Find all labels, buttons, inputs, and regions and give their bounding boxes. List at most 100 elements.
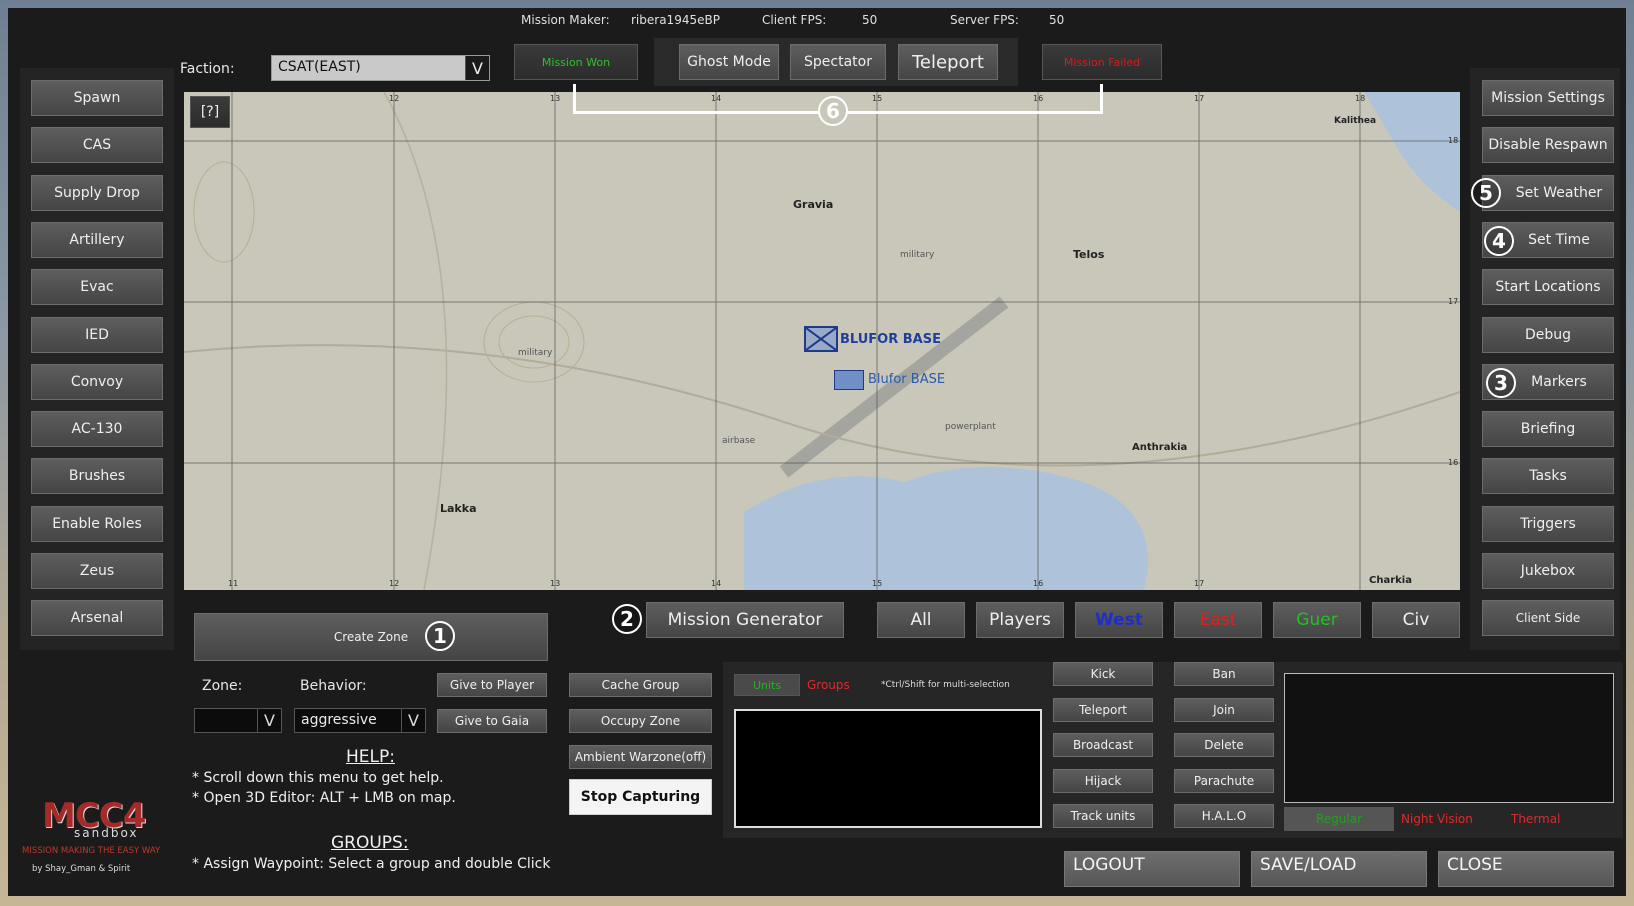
left-menu-button[interactable]: Evac (31, 269, 163, 306)
regular-vision-button[interactable]: Regular (1284, 807, 1394, 831)
faction-select[interactable]: CSAT(EAST) V (271, 55, 490, 81)
grid-label: 18 (1448, 136, 1459, 145)
left-menu-button[interactable]: Enable Roles (31, 505, 163, 542)
right-menu-button[interactable]: Tasks (1482, 458, 1614, 495)
filter-west-button[interactable]: West (1075, 602, 1163, 638)
filter-players-button[interactable]: Players (976, 602, 1064, 638)
zone-select[interactable]: V (194, 708, 282, 733)
left-menu-button[interactable]: Convoy (31, 363, 163, 400)
units-tab[interactable]: Units (734, 674, 800, 696)
help-line: * Scroll down this menu to get help. (192, 770, 444, 786)
unit-action-button[interactable]: Parachute (1174, 768, 1274, 793)
annotation-number-1: 1 (425, 621, 455, 651)
right-menu-button[interactable]: Disable Respawn (1482, 127, 1614, 164)
mcc4-logo: MCC4 sandbox MISSION MAKING THE EASY WAY… (22, 796, 182, 880)
filter-guer-button[interactable]: Guer (1273, 602, 1361, 638)
behavior-select[interactable]: aggressive V (294, 708, 426, 733)
teleport-button[interactable]: Teleport (898, 44, 998, 80)
grid-label: 13 (550, 94, 561, 103)
grid-label: 12 (389, 94, 400, 103)
grid-label: 12 (389, 579, 400, 588)
left-menu-button[interactable]: Arsenal (31, 600, 163, 637)
left-menu-button[interactable]: Brushes (31, 458, 163, 495)
save-load-button[interactable]: SAVE/LOAD (1251, 851, 1427, 887)
unit-action-button[interactable]: Broadcast (1053, 733, 1153, 757)
town-label: Kalithea (1334, 116, 1377, 126)
mission-won-button[interactable]: Mission Won (514, 44, 638, 80)
left-menu-button[interactable]: Artillery (31, 221, 163, 258)
behavior-label: Behavior: (300, 678, 367, 694)
marker-label: BLUFOR BASE (840, 332, 941, 347)
unit-action-button[interactable]: Hijack (1053, 768, 1153, 793)
right-menu-button[interactable]: Mission Settings (1482, 80, 1614, 116)
grid-label: 13 (550, 579, 561, 588)
create-zone-button[interactable]: Create Zone (194, 613, 548, 661)
grid-label: 18 (1355, 94, 1366, 103)
cache-group-button[interactable]: Cache Group (569, 673, 712, 697)
right-menu-button[interactable]: Set Weather (1482, 174, 1614, 211)
left-menu-button[interactable]: AC-130 (31, 411, 163, 448)
flag-marker-icon[interactable] (804, 326, 838, 352)
spectator-button[interactable]: Spectator (790, 44, 886, 80)
right-menu-button[interactable]: Triggers (1482, 505, 1614, 542)
unit-action-button[interactable]: H.A.L.O (1174, 804, 1274, 828)
grid-label: 17 (1194, 94, 1205, 103)
ghost-mode-button[interactable]: Ghost Mode (679, 44, 779, 80)
chevron-down-icon[interactable]: V (401, 709, 425, 732)
unit-action-button[interactable]: Kick (1053, 662, 1153, 686)
map-help-button[interactable]: [?] (190, 96, 230, 128)
close-button[interactable]: CLOSE (1438, 851, 1614, 887)
unit-action-button[interactable]: Join (1174, 697, 1274, 722)
right-menu-button[interactable]: Debug (1482, 316, 1614, 353)
client-fps-value: 50 (862, 13, 878, 27)
zone-value (195, 709, 257, 732)
night-vision-button[interactable]: Night Vision (1401, 812, 1473, 826)
mission-failed-button[interactable]: Mission Failed (1042, 44, 1162, 80)
chevron-down-icon[interactable]: V (257, 709, 281, 732)
filter-east-button[interactable]: East (1174, 602, 1262, 638)
right-menu-button[interactable]: Start Locations (1482, 269, 1614, 306)
faction-label: Faction: (180, 61, 235, 77)
right-menu-button[interactable]: Client Side (1482, 600, 1614, 637)
left-menu-button[interactable]: CAS (31, 127, 163, 164)
server-fps-label: Server FPS: (950, 13, 1019, 27)
right-menu-button[interactable]: Jukebox (1482, 553, 1614, 589)
filter-civ-button[interactable]: Civ (1372, 602, 1460, 638)
help-title: HELP: (346, 747, 395, 767)
grid-label: 14 (711, 579, 722, 588)
occupy-zone-button[interactable]: Occupy Zone (569, 709, 712, 733)
stop-capturing-button[interactable]: Stop Capturing (569, 779, 712, 815)
chevron-down-icon[interactable]: V (465, 56, 489, 80)
unit-action-button[interactable]: Teleport (1053, 697, 1153, 722)
unit-action-button[interactable]: Track units (1053, 804, 1153, 828)
town-label: Lakka (440, 502, 477, 515)
multi-selection-hint: *Ctrl/Shift for multi-selection (881, 680, 1010, 690)
left-menu-button[interactable]: Spawn (31, 80, 163, 116)
town-label: Telos (1073, 248, 1105, 261)
unit-action-button[interactable]: Ban (1174, 662, 1274, 686)
give-to-gaia-button[interactable]: Give to Gaia (437, 709, 547, 733)
thermal-vision-button[interactable]: Thermal (1511, 812, 1560, 826)
logout-button[interactable]: LOGOUT (1064, 851, 1240, 887)
flag-marker-icon[interactable] (834, 370, 864, 390)
left-menu-button[interactable]: Supply Drop (31, 174, 163, 211)
grid-label: 17 (1448, 297, 1459, 306)
mission-maker-value: ribera1945eBP (631, 13, 720, 27)
right-menu-button[interactable]: Briefing (1482, 411, 1614, 448)
give-to-player-button[interactable]: Give to Player (437, 673, 547, 697)
filter-all-button[interactable]: All (877, 602, 965, 638)
map-view[interactable]: [?] Gravia Telos Lakka Kalithea Anthraki… (184, 92, 1460, 590)
unit-action-button[interactable]: Delete (1174, 733, 1274, 757)
client-fps-label: Client FPS: (762, 13, 827, 27)
ambient-warzone-button[interactable]: Ambient Warzone(off) (569, 745, 712, 769)
units-list[interactable] (734, 709, 1042, 828)
grid-label: 16 (1448, 458, 1459, 467)
mission-generator-button[interactable]: Mission Generator (646, 602, 844, 638)
groups-help-line: * Assign Waypoint: Select a group and do… (192, 856, 551, 872)
unit-preview (1284, 673, 1614, 803)
logo-subtitle: sandbox (74, 826, 139, 840)
left-menu-button[interactable]: IED (31, 316, 163, 353)
groups-tab[interactable]: Groups (807, 678, 850, 692)
left-menu-button[interactable]: Zeus (31, 553, 163, 589)
annotation-number-5: 5 (1471, 178, 1501, 208)
